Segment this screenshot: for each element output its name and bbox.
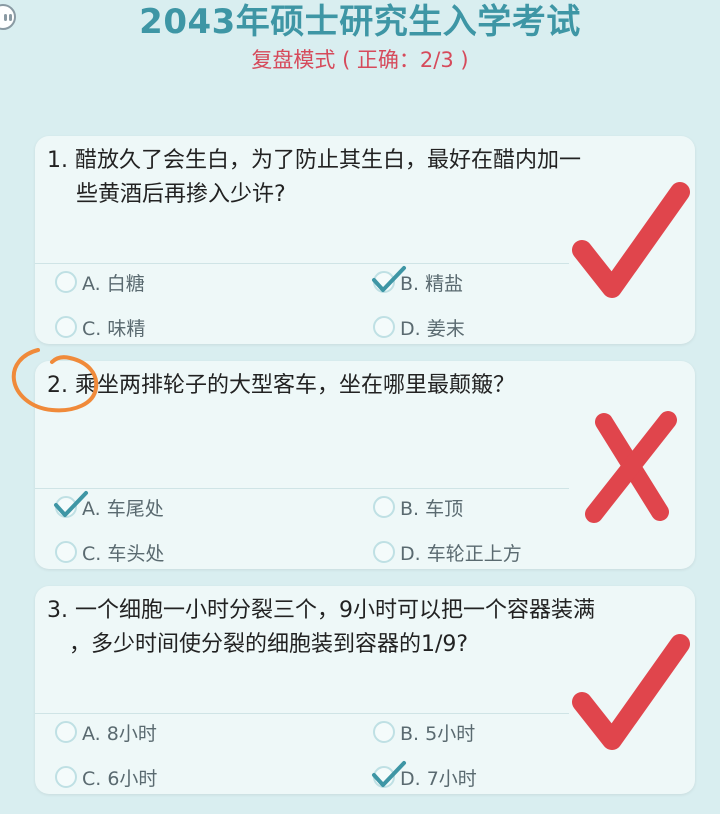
question-line: 3. 一个细胞一小时分裂三个，9小时可以把一个容器装满 bbox=[47, 598, 595, 623]
score-subtitle: 复盘模式 ( 正确：2/3 ) bbox=[251, 48, 469, 72]
option-d[interactable]: D. 7小时 bbox=[372, 761, 477, 791]
option-b[interactable]: B. 精盐 bbox=[372, 266, 464, 296]
radio-icon bbox=[373, 316, 395, 338]
correct-mark-icon bbox=[572, 634, 690, 750]
radio-icon bbox=[372, 266, 406, 293]
divider bbox=[35, 263, 569, 264]
checkmark-icon bbox=[372, 266, 406, 292]
divider bbox=[35, 713, 569, 714]
option-c[interactable]: C. 6小时 bbox=[55, 763, 157, 791]
wrong-mark-icon bbox=[585, 411, 677, 523]
option-label: A. 白糖 bbox=[82, 272, 145, 295]
checkmark-icon bbox=[54, 491, 88, 517]
radio-icon bbox=[373, 721, 395, 743]
option-label: B. 精盐 bbox=[400, 272, 464, 295]
option-b[interactable]: B. 车顶 bbox=[373, 493, 463, 521]
option-c[interactable]: C. 味精 bbox=[55, 313, 145, 341]
page-title: 2043年硕士研究生入学考试 bbox=[139, 2, 581, 42]
option-a[interactable]: A. 白糖 bbox=[55, 268, 145, 296]
option-label: A. 8小时 bbox=[82, 722, 157, 745]
correct-mark-icon bbox=[572, 182, 690, 298]
checkmark-icon bbox=[372, 761, 406, 787]
option-b[interactable]: B. 5小时 bbox=[373, 718, 475, 746]
option-label: D. 姜末 bbox=[400, 317, 465, 340]
annotation-circle-icon bbox=[11, 348, 99, 413]
question-text: 2. 乘坐两排轮子的大型客车，坐在哪里最颠簸？ bbox=[47, 369, 687, 403]
radio-icon bbox=[55, 721, 77, 743]
option-label: A. 车尾处 bbox=[82, 497, 164, 520]
radio-icon bbox=[55, 316, 77, 338]
option-label: C. 车头处 bbox=[82, 542, 165, 565]
radio-icon bbox=[373, 541, 395, 563]
option-label: D. 7小时 bbox=[400, 767, 477, 790]
radio-icon bbox=[55, 766, 77, 788]
option-label: C. 味精 bbox=[82, 317, 146, 340]
option-d[interactable]: D. 车轮正上方 bbox=[373, 538, 522, 566]
radio-icon bbox=[55, 271, 77, 293]
radio-icon bbox=[55, 541, 77, 563]
option-label: D. 车轮正上方 bbox=[400, 542, 522, 565]
radio-icon bbox=[54, 491, 88, 518]
divider bbox=[35, 488, 569, 489]
option-a[interactable]: A. 8小时 bbox=[55, 718, 157, 746]
question-line: 1. 醋放久了会生白，为了防止其生白，最好在醋内加一 bbox=[47, 148, 581, 173]
option-label: B. 5小时 bbox=[400, 722, 476, 745]
radio-icon bbox=[373, 496, 395, 518]
option-label: C. 6小时 bbox=[82, 767, 158, 790]
option-d[interactable]: D. 姜末 bbox=[373, 313, 465, 341]
option-c[interactable]: C. 车头处 bbox=[55, 538, 164, 566]
option-label: B. 车顶 bbox=[400, 497, 464, 520]
question-line: 2. 乘坐两排轮子的大型客车，坐在哪里最颠簸？ bbox=[47, 373, 515, 398]
option-a[interactable]: A. 车尾处 bbox=[54, 491, 164, 521]
radio-icon bbox=[372, 761, 406, 788]
